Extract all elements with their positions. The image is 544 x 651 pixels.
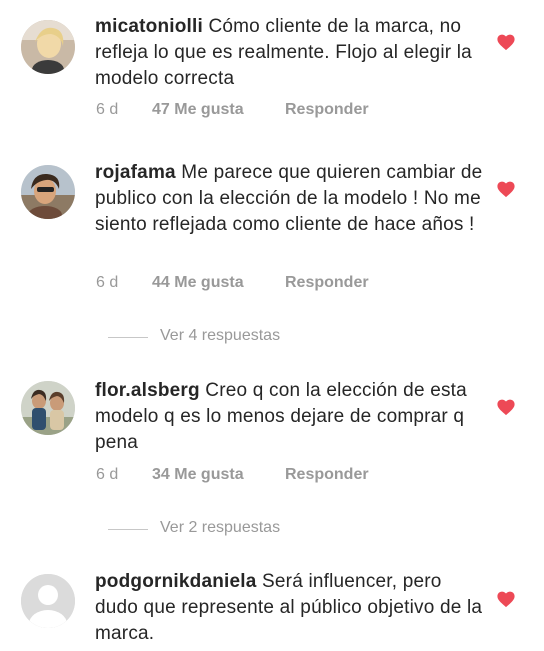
reply-button[interactable]: Responder [285,466,369,484]
profile-photo-icon [21,165,75,219]
comment-username[interactable]: flor.alsberg [95,380,200,401]
comment-text: micatoniolli Cómo cliente de la marca, n… [95,14,485,92]
heart-icon[interactable] [496,590,516,608]
replies-divider [108,529,148,530]
likes-count[interactable]: 34 Me gusta [152,466,244,484]
comment-time: 6 d [96,466,119,483]
avatar[interactable] [21,20,75,74]
heart-icon[interactable] [496,398,516,416]
view-replies-label[interactable]: Ver 2 respuestas [160,519,280,537]
profile-photo-icon [21,381,75,435]
comment-username[interactable]: podgornikdaniela [95,571,257,592]
avatar[interactable] [21,381,75,435]
likes-count[interactable]: 47 Me gusta [152,101,244,119]
heart-icon[interactable] [496,180,516,198]
comment-time: 6 d [96,274,119,291]
default-avatar-icon [21,574,75,628]
avatar[interactable] [21,574,75,628]
heart-icon[interactable] [496,33,516,51]
reply-button[interactable]: Responder [285,101,369,119]
comment-time: 6 d [96,101,119,118]
profile-photo-icon [21,20,75,74]
comment-username[interactable]: rojafama [95,162,176,183]
avatar[interactable] [21,165,75,219]
likes-count[interactable]: 44 Me gusta [152,274,244,292]
comment-text: flor.alsberg Creo q con la elección de e… [95,378,485,456]
comment-username[interactable]: micatoniolli [95,16,203,37]
comment-text: rojafama Me parece que quieren cambiar d… [95,160,485,238]
replies-divider [108,337,148,338]
comment-text: podgornikdaniela Será influencer, pero d… [95,569,485,647]
view-replies-label[interactable]: Ver 4 respuestas [160,327,280,345]
reply-button[interactable]: Responder [285,274,369,292]
